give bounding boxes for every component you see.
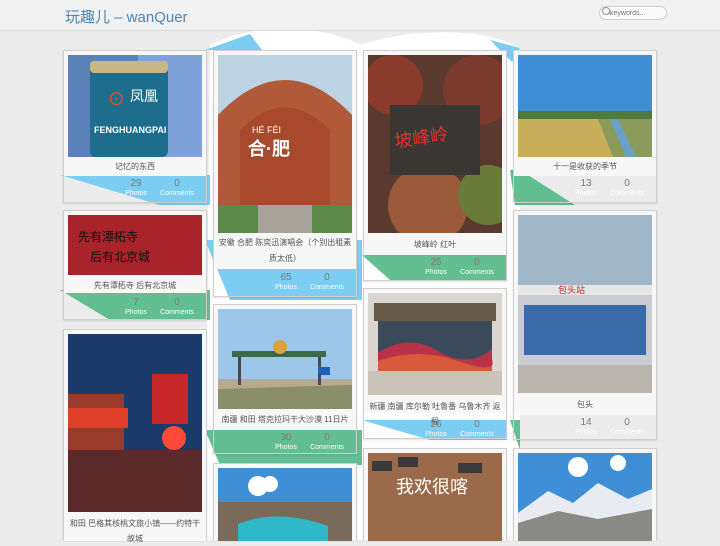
album-cover-photo[interactable] [218, 468, 352, 541]
photo-count: 13 Photos [575, 178, 597, 197]
photo-count: 29 Photos [125, 178, 147, 197]
album-caption[interactable]: 十一是收获的季节 [518, 159, 652, 174]
photo-sign-text: FENGHUANGPAI [94, 125, 166, 135]
photo-count: 25 Photos [425, 257, 447, 276]
album-card[interactable]: 南疆 和田 塔克拉玛干大沙漠 11日片 30 Photos 0 Comments [213, 304, 357, 454]
photo-sign-text: HÉ FÉI [252, 125, 281, 135]
comment-count: 0 Comments [610, 417, 644, 436]
album-cover-photo[interactable] [68, 334, 202, 512]
album-card[interactable]: 包头站 包头 14 Photos 0 Comments [513, 210, 657, 440]
album-caption[interactable]: 安徽 合肥 陈奕迅演唱会（个别出租素质太低） [218, 235, 352, 267]
photo-count: 30 Photos [275, 432, 297, 451]
comment-count: 0 Comments [160, 297, 194, 316]
comment-count: 0 Comments [460, 257, 494, 276]
site-title-link[interactable]: 玩趣儿 – wanQuer [65, 6, 188, 27]
album-cover-photo[interactable]: 包头站 [518, 215, 652, 393]
album-card[interactable] [213, 463, 357, 541]
photo-count: 7 Photos [125, 297, 147, 316]
site-header: 玩趣儿 – wanQuer [0, 0, 720, 31]
album-card[interactable]: 新疆 南疆 库尔勒 吐鲁番 乌鲁木齐 返程 26 Photos 0 Comments [363, 288, 507, 439]
album-card[interactable]: 坡峰岭 坡峰岭 红叶 25 Photos 0 Comments [363, 50, 507, 281]
album-caption[interactable]: 坡峰岭 红叶 [368, 237, 502, 252]
svg-text:⊙: ⊙ [108, 88, 125, 110]
album-card[interactable]: 和田 巴格其核桃文旅小镇——约特干故城 [63, 329, 207, 543]
photo-count: 14 Photos [575, 417, 597, 436]
album-cover-photo[interactable]: 我欢很喀 [368, 453, 502, 541]
album-cover-photo[interactable]: 先有潭柘寺 后有北京城 [68, 215, 202, 275]
album-cover-photo[interactable]: HÉ FÉI 合·肥 [218, 55, 352, 233]
comment-count: 0 Comments [310, 432, 344, 451]
photo-count: 26 Photos [425, 419, 447, 438]
svg-text:凤凰: 凤凰 [130, 88, 158, 104]
album-caption[interactable]: 记忆的东西 [68, 159, 202, 174]
photo-sign-text: 我欢很喀 [396, 477, 468, 497]
album-card[interactable]: 十一是收获的季节 13 Photos 0 Comments [513, 50, 657, 203]
comment-count: 0 Comments [160, 178, 194, 197]
album-cover-photo[interactable]: 坡峰岭 [368, 55, 502, 233]
photo-sign-text: 先有潭柘寺 [78, 230, 138, 244]
photo-sign-text: 合·肥 [248, 138, 290, 159]
comment-count: 0 Comments [610, 178, 644, 197]
album-cover-photo[interactable] [518, 55, 652, 157]
album-cover-photo[interactable] [368, 293, 502, 395]
album-cover-photo[interactable]: ⊙ 凤凰 FENGHUANGPAI [68, 55, 202, 157]
photo-count: 65 Photos [275, 272, 297, 291]
photo-sign-text: 后有北京城 [90, 250, 150, 264]
search-icon [602, 7, 610, 15]
album-card[interactable]: 我欢很喀 [363, 448, 507, 541]
album-card[interactable]: HÉ FÉI 合·肥 安徽 合肥 陈奕迅演唱会（个别出租素质太低） 65 Phot… [213, 50, 357, 297]
comment-count: 0 Comments [460, 419, 494, 438]
album-cover-photo[interactable] [218, 309, 352, 409]
comment-count: 0 Comments [310, 272, 344, 291]
photo-sign-text: 包头站 [558, 284, 585, 295]
album-card[interactable]: 先有潭柘寺 后有北京城 先有潭柘寺 后有北京城 7 Photos 0 Comment… [63, 210, 207, 320]
album-card[interactable] [513, 448, 657, 541]
album-card[interactable]: ⊙ 凤凰 FENGHUANGPAI 记忆的东西 29 Photos 0 Commen… [63, 50, 207, 203]
album-cover-photo[interactable] [518, 453, 652, 541]
album-caption[interactable]: 先有潭柘寺 后有北京城 [68, 278, 202, 293]
album-caption[interactable]: 包头 [518, 397, 652, 412]
album-caption[interactable]: 和田 巴格其核桃文旅小镇——约特干故城 [68, 516, 202, 546]
album-caption[interactable]: 南疆 和田 塔克拉玛干大沙漠 11日片 [218, 412, 352, 427]
